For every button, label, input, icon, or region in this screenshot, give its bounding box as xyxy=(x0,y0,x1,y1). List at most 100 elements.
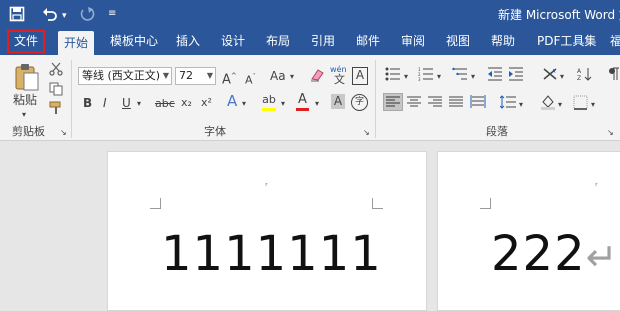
document-page-1[interactable]: ⸢ 1111111 xyxy=(107,151,427,311)
numbering-dropdown-icon[interactable]: ▾ xyxy=(437,69,441,85)
underline-dropdown-icon[interactable]: ▾ xyxy=(137,96,141,112)
tab-pdf-tools[interactable]: PDF工具集 xyxy=(537,28,596,55)
group-separator xyxy=(375,60,376,138)
tab-design[interactable]: 设计 xyxy=(221,28,245,55)
cut-icon[interactable] xyxy=(49,62,63,80)
customize-icon[interactable]: ≡ xyxy=(108,6,116,22)
crop-mark-top-right xyxy=(372,198,383,209)
show-hide-marks-icon[interactable] xyxy=(607,67,620,85)
line-spacing-icon[interactable] xyxy=(499,95,516,113)
align-right-button[interactable] xyxy=(428,96,442,112)
font-size-combo[interactable]: 72 ▼ xyxy=(175,67,216,85)
tab-view[interactable]: 视图 xyxy=(446,28,470,55)
numbering-icon[interactable]: 123 xyxy=(418,67,434,85)
svg-text:3: 3 xyxy=(418,77,421,81)
anchor-mark: ⸢ xyxy=(265,182,269,191)
tab-references[interactable]: 引用 xyxy=(311,28,335,55)
save-icon[interactable] xyxy=(9,6,25,27)
tab-more[interactable]: 福 xyxy=(610,28,620,55)
tab-mailings[interactable]: 邮件 xyxy=(356,28,380,55)
svg-text:A: A xyxy=(577,68,582,75)
group-separator xyxy=(71,60,72,138)
align-left-button[interactable] xyxy=(383,93,403,111)
copy-icon[interactable] xyxy=(49,82,63,100)
font-launcher-icon[interactable]: ↘ xyxy=(363,125,370,141)
font-color-button[interactable]: A xyxy=(296,92,309,111)
title-bar: ▾ ≡ 新建 Microsoft Word 文 xyxy=(0,0,620,28)
font-name-dropdown-icon[interactable]: ▼ xyxy=(163,68,169,84)
borders-icon[interactable] xyxy=(573,95,588,114)
undo-icon[interactable] xyxy=(42,6,58,27)
format-painter-icon[interactable] xyxy=(49,101,63,119)
svg-text:Z: Z xyxy=(577,75,581,81)
shading-dropdown-icon[interactable]: ▾ xyxy=(558,97,562,113)
font-size-value: 72 xyxy=(179,69,193,82)
crop-mark-top-left xyxy=(480,198,491,209)
multilevel-dropdown-icon[interactable]: ▾ xyxy=(471,69,475,85)
ribbon-tab-bar: 文件 开始 模板中心 插入 设计 布局 引用 邮件 审阅 视图 帮助 PDF工具… xyxy=(0,28,620,55)
underline-button[interactable]: U xyxy=(122,95,131,111)
window-title: 新建 Microsoft Word 文 xyxy=(498,8,620,22)
paragraph-group-label: 段落 xyxy=(486,125,508,138)
sort-icon[interactable]: AZ xyxy=(577,67,593,85)
enclose-characters-button[interactable]: 字 xyxy=(351,94,368,111)
grow-font-button[interactable]: A^ xyxy=(222,68,237,88)
font-group-label: 字体 xyxy=(204,125,226,138)
chinese-layout-icon[interactable]: A xyxy=(542,67,558,85)
tab-insert[interactable]: 插入 xyxy=(176,28,200,55)
page-1-text[interactable]: 1111111 xyxy=(161,226,382,282)
tab-help[interactable]: 帮助 xyxy=(491,28,515,55)
bullets-icon[interactable] xyxy=(385,67,401,85)
paragraph-mark-icon: ↵ xyxy=(585,235,619,279)
paste-icon[interactable] xyxy=(14,63,40,95)
phonetic-guide-button[interactable]: 文 xyxy=(334,72,345,88)
distributed-button[interactable] xyxy=(470,95,486,113)
font-color-bar xyxy=(296,108,309,111)
font-name-combo[interactable]: 等线 (西文正文) ▼ xyxy=(78,67,172,85)
font-name-value: 等线 (西文正文) xyxy=(82,69,161,82)
bullets-dropdown-icon[interactable]: ▾ xyxy=(404,69,408,85)
tab-review[interactable]: 审阅 xyxy=(401,28,425,55)
clipboard-group-label: 剪贴板 xyxy=(12,125,45,138)
crop-mark-top-left xyxy=(150,198,161,209)
font-color-dropdown-icon[interactable]: ▾ xyxy=(315,96,319,112)
increase-indent-icon[interactable] xyxy=(508,67,524,85)
clipboard-launcher-icon[interactable]: ↘ xyxy=(60,125,67,141)
clear-formatting-icon[interactable] xyxy=(309,67,325,87)
character-shading-button[interactable]: A xyxy=(331,94,345,109)
file-tab-highlight-box xyxy=(7,30,45,53)
shading-icon[interactable] xyxy=(540,94,556,114)
tab-template-center[interactable]: 模板中心 xyxy=(110,28,158,55)
align-center-button[interactable] xyxy=(407,96,421,112)
text-effects-dropdown-icon[interactable]: ▾ xyxy=(242,96,246,112)
bold-button[interactable]: B xyxy=(83,95,92,111)
change-case-dropdown-icon[interactable]: ▾ xyxy=(290,69,294,85)
strikethrough-button[interactable]: abc xyxy=(155,96,175,112)
borders-dropdown-icon[interactable]: ▾ xyxy=(591,97,595,113)
shrink-font-button[interactable]: Aˇ xyxy=(245,69,256,89)
tab-home[interactable]: 开始 xyxy=(58,31,95,55)
character-border-button[interactable]: A xyxy=(352,67,368,85)
tab-layout[interactable]: 布局 xyxy=(266,28,290,55)
line-spacing-dropdown-icon[interactable]: ▾ xyxy=(519,97,523,113)
anchor-mark: ⸢ xyxy=(595,182,599,191)
font-size-dropdown-icon[interactable]: ▼ xyxy=(207,68,213,84)
justify-button[interactable] xyxy=(449,96,463,112)
paste-button-label[interactable]: 粘贴 xyxy=(13,92,37,108)
page-2-text[interactable]: 222↵ xyxy=(491,226,618,282)
redo-icon[interactable] xyxy=(79,6,95,27)
highlight-button[interactable]: ab xyxy=(262,92,276,111)
document-page-2[interactable]: ⸢ 222↵ xyxy=(437,151,620,311)
change-case-button[interactable]: Aa xyxy=(270,68,286,84)
multilevel-list-icon[interactable] xyxy=(452,67,468,85)
paragraph-launcher-icon[interactable]: ↘ xyxy=(607,125,614,141)
highlight-dropdown-icon[interactable]: ▾ xyxy=(281,96,285,112)
paste-dropdown-icon[interactable]: ▾ xyxy=(22,107,26,123)
text-effects-button[interactable]: A xyxy=(227,93,237,109)
subscript-button[interactable]: x₂ xyxy=(181,95,192,111)
decrease-indent-icon[interactable] xyxy=(487,67,503,85)
superscript-button[interactable]: x² xyxy=(201,95,212,111)
undo-dropdown-icon[interactable]: ▾ xyxy=(62,8,67,24)
italic-button[interactable]: I xyxy=(103,95,107,111)
chinese-layout-dropdown-icon[interactable]: ▾ xyxy=(560,69,564,85)
